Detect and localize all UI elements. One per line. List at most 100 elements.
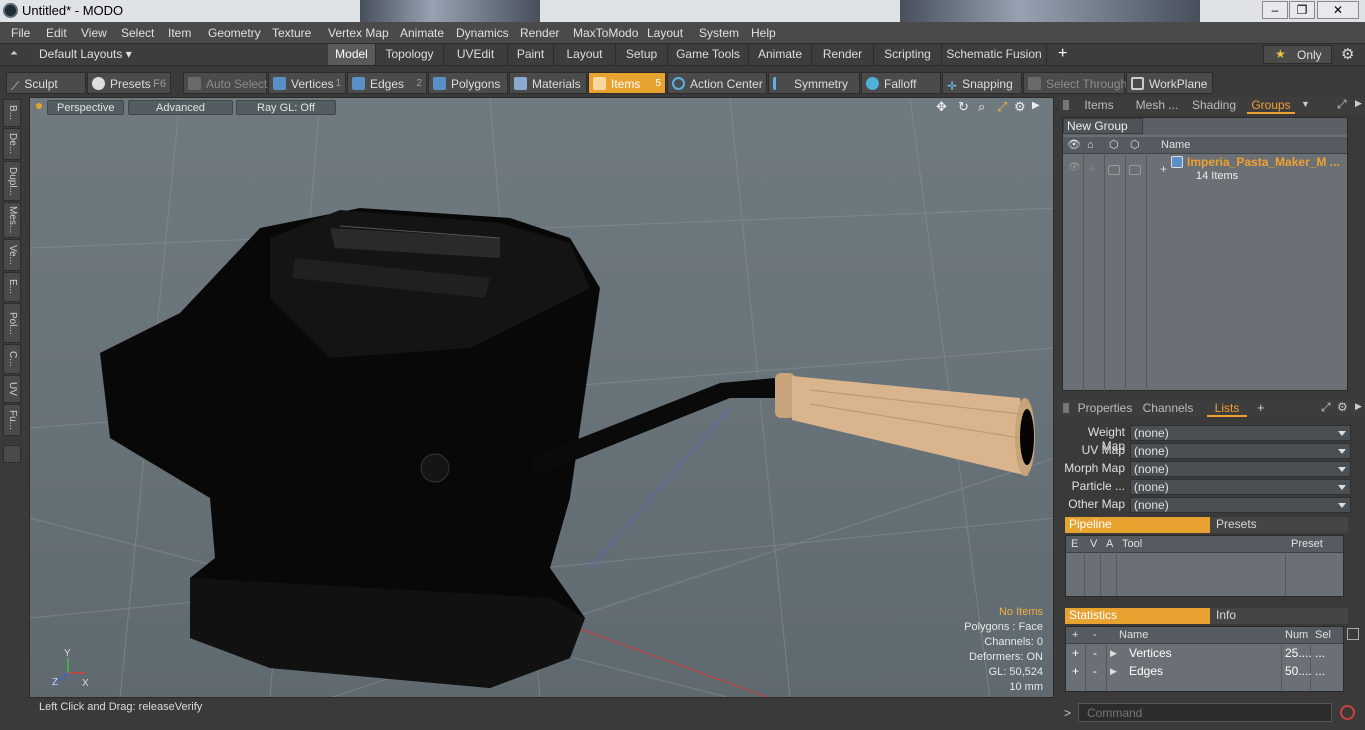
lock-column-icon[interactable]: ⌂	[1087, 137, 1094, 153]
falloff-button[interactable]: Falloff	[861, 72, 941, 94]
menu-item[interactable]: Item	[168, 26, 191, 40]
other-map-dropdown[interactable]: (none)	[1130, 497, 1351, 513]
left-tab-deform[interactable]: De...	[3, 128, 21, 160]
left-tab-fusion[interactable]: Fu...	[3, 404, 21, 436]
presets-button[interactable]: Presets F6	[87, 72, 171, 94]
auto-select-button[interactable]: Auto Select	[183, 72, 267, 94]
rotate-icon[interactable]: ↻	[958, 99, 969, 115]
group-visibility-icon[interactable]: 👁	[1068, 162, 1081, 173]
pipeline-tab[interactable]: Pipeline	[1065, 517, 1210, 533]
presets-tab[interactable]: Presets	[1210, 517, 1348, 533]
tab-channels[interactable]: Channels	[1141, 400, 1195, 417]
left-tab-edge[interactable]: E...	[3, 272, 21, 302]
left-tab-vertex[interactable]: Ve...	[3, 239, 21, 271]
panel-dropdown-icon[interactable]: ▼	[1301, 99, 1310, 109]
menu-maxtomodo[interactable]: MaxToModo	[573, 26, 638, 40]
panel-gear-icon[interactable]: ⚙	[1337, 400, 1348, 414]
stat-col-name[interactable]: Name	[1119, 627, 1148, 643]
pasta-maker-model[interactable]	[100, 208, 1035, 688]
morph-map-dropdown[interactable]: (none)	[1130, 461, 1351, 477]
stat-add[interactable]: +	[1072, 646, 1079, 660]
group-name[interactable]: Imperia_Pasta_Maker_M ...	[1187, 155, 1340, 169]
tab-schematic-fusion[interactable]: Schematic Fusion	[942, 44, 1047, 65]
fit-icon[interactable]: ⤢	[997, 99, 1007, 115]
pan-icon[interactable]: ✥	[936, 99, 947, 115]
menu-render[interactable]: Render	[520, 26, 559, 40]
stat-col-minus[interactable]: -	[1093, 627, 1097, 643]
advanced-dropdown[interactable]: Advanced	[128, 100, 233, 115]
viewport-menu-arrow-icon[interactable]: ▶	[1032, 100, 1040, 111]
table-row[interactable]: + - ▶ Vertices 25.... ...	[1066, 646, 1343, 663]
vertices-button[interactable]: Vertices 1	[268, 72, 346, 94]
statistics-tab[interactable]: Statistics	[1065, 608, 1210, 624]
command-input[interactable]	[1078, 703, 1332, 722]
menu-select[interactable]: Select	[121, 26, 154, 40]
symmetry-button[interactable]: Symmetry	[768, 72, 860, 94]
expand-arrow-icon[interactable]: ▶	[1110, 648, 1117, 659]
record-icon[interactable]	[1340, 705, 1355, 720]
3d-viewport[interactable]: Z X Y Perspective Advanced Ray GL: Off ✥…	[29, 97, 1054, 698]
menu-help[interactable]: Help	[751, 26, 776, 40]
polygons-button[interactable]: Polygons	[428, 72, 508, 94]
menu-animate[interactable]: Animate	[400, 26, 444, 40]
zoom-icon[interactable]: ⌕	[978, 99, 985, 115]
close-button[interactable]: ✕	[1317, 1, 1359, 19]
stat-remove[interactable]: -	[1093, 646, 1097, 660]
info-tab[interactable]: Info	[1210, 608, 1348, 624]
maximize-button[interactable]: ❐	[1289, 1, 1315, 19]
name-column-header[interactable]: Name	[1161, 137, 1190, 153]
table-options-icon[interactable]	[1347, 628, 1359, 640]
particle-map-dropdown[interactable]: (none)	[1130, 479, 1351, 495]
visibility-column-icon[interactable]: 👁	[1067, 137, 1081, 153]
tab-topology[interactable]: Topology	[376, 44, 444, 65]
tab-shading[interactable]: Shading	[1189, 97, 1239, 114]
group-render-icon[interactable]	[1129, 165, 1141, 175]
tab-game-tools[interactable]: Game Tools	[668, 44, 749, 65]
menu-dynamics[interactable]: Dynamics	[456, 26, 509, 40]
snapping-button[interactable]: ✛ Snapping	[942, 72, 1022, 94]
only-toggle[interactable]: ★ Only	[1263, 45, 1332, 64]
pipe-col-v[interactable]: V	[1090, 536, 1097, 552]
stat-col-sel[interactable]: Sel	[1315, 627, 1331, 643]
pipe-col-tool[interactable]: Tool	[1122, 536, 1142, 552]
menu-layout[interactable]: Layout	[647, 26, 683, 40]
tab-properties[interactable]: Properties	[1075, 400, 1135, 417]
expand-panel-icon[interactable]: ⤢	[1321, 400, 1331, 415]
tab-scripting[interactable]: Scripting	[874, 44, 942, 65]
tab-uvedit[interactable]: UVEdit	[444, 44, 508, 65]
group-select-icon[interactable]	[1108, 165, 1120, 175]
tab-animate[interactable]: Animate	[749, 44, 812, 65]
menu-view[interactable]: View	[81, 26, 107, 40]
weight-map-dropdown[interactable]: (none)	[1130, 425, 1351, 441]
left-tab-curve[interactable]: C...	[3, 344, 21, 374]
add-tab-icon[interactable]: +	[1058, 45, 1067, 63]
render-column-icon[interactable]: ⬡	[1130, 137, 1140, 153]
menu-system[interactable]: System	[699, 26, 739, 40]
viewport-indicator-icon[interactable]	[36, 103, 42, 109]
minimize-button[interactable]: ‒	[1262, 1, 1288, 19]
new-group-button[interactable]: New Group	[1063, 118, 1143, 134]
expand-group-icon[interactable]: +	[1160, 162, 1167, 176]
add-panel-tab-icon[interactable]: +	[1257, 400, 1265, 415]
tab-model[interactable]: Model	[328, 44, 376, 65]
left-tab-duplicate[interactable]: Dupl...	[3, 161, 21, 201]
panel-grip-icon[interactable]	[1063, 100, 1069, 110]
stat-col-num[interactable]: Num	[1285, 627, 1308, 643]
stat-col-plus[interactable]: +	[1072, 627, 1078, 643]
pipe-col-e[interactable]: E	[1071, 536, 1078, 552]
menu-vertex-map[interactable]: Vertex Map	[328, 26, 389, 40]
collapse-arrow-icon[interactable]: ⏶	[10, 48, 18, 59]
pipe-col-a[interactable]: A	[1106, 536, 1113, 552]
panel-arrow-icon[interactable]: ▶	[1355, 401, 1362, 412]
viewport-gear-icon[interactable]: ⚙	[1014, 99, 1026, 115]
table-row[interactable]: + - ▶ Edges 50.... ...	[1066, 664, 1343, 681]
select-through-button[interactable]: Select Through	[1023, 72, 1127, 94]
tab-mesh[interactable]: Mesh ...	[1129, 97, 1185, 114]
left-tab-basic[interactable]: B...	[3, 99, 21, 127]
tab-layout[interactable]: Layout	[554, 44, 616, 65]
uv-map-dropdown[interactable]: (none)	[1130, 443, 1351, 459]
items-button[interactable]: Items 5	[588, 72, 666, 94]
left-tab-polygon[interactable]: Pol...	[3, 303, 21, 343]
group-row[interactable]: 👁 ⌂ + Imperia_Pasta_Maker_M ... 14 Items	[1063, 155, 1347, 185]
select-column-icon[interactable]: ⬡	[1109, 137, 1119, 153]
